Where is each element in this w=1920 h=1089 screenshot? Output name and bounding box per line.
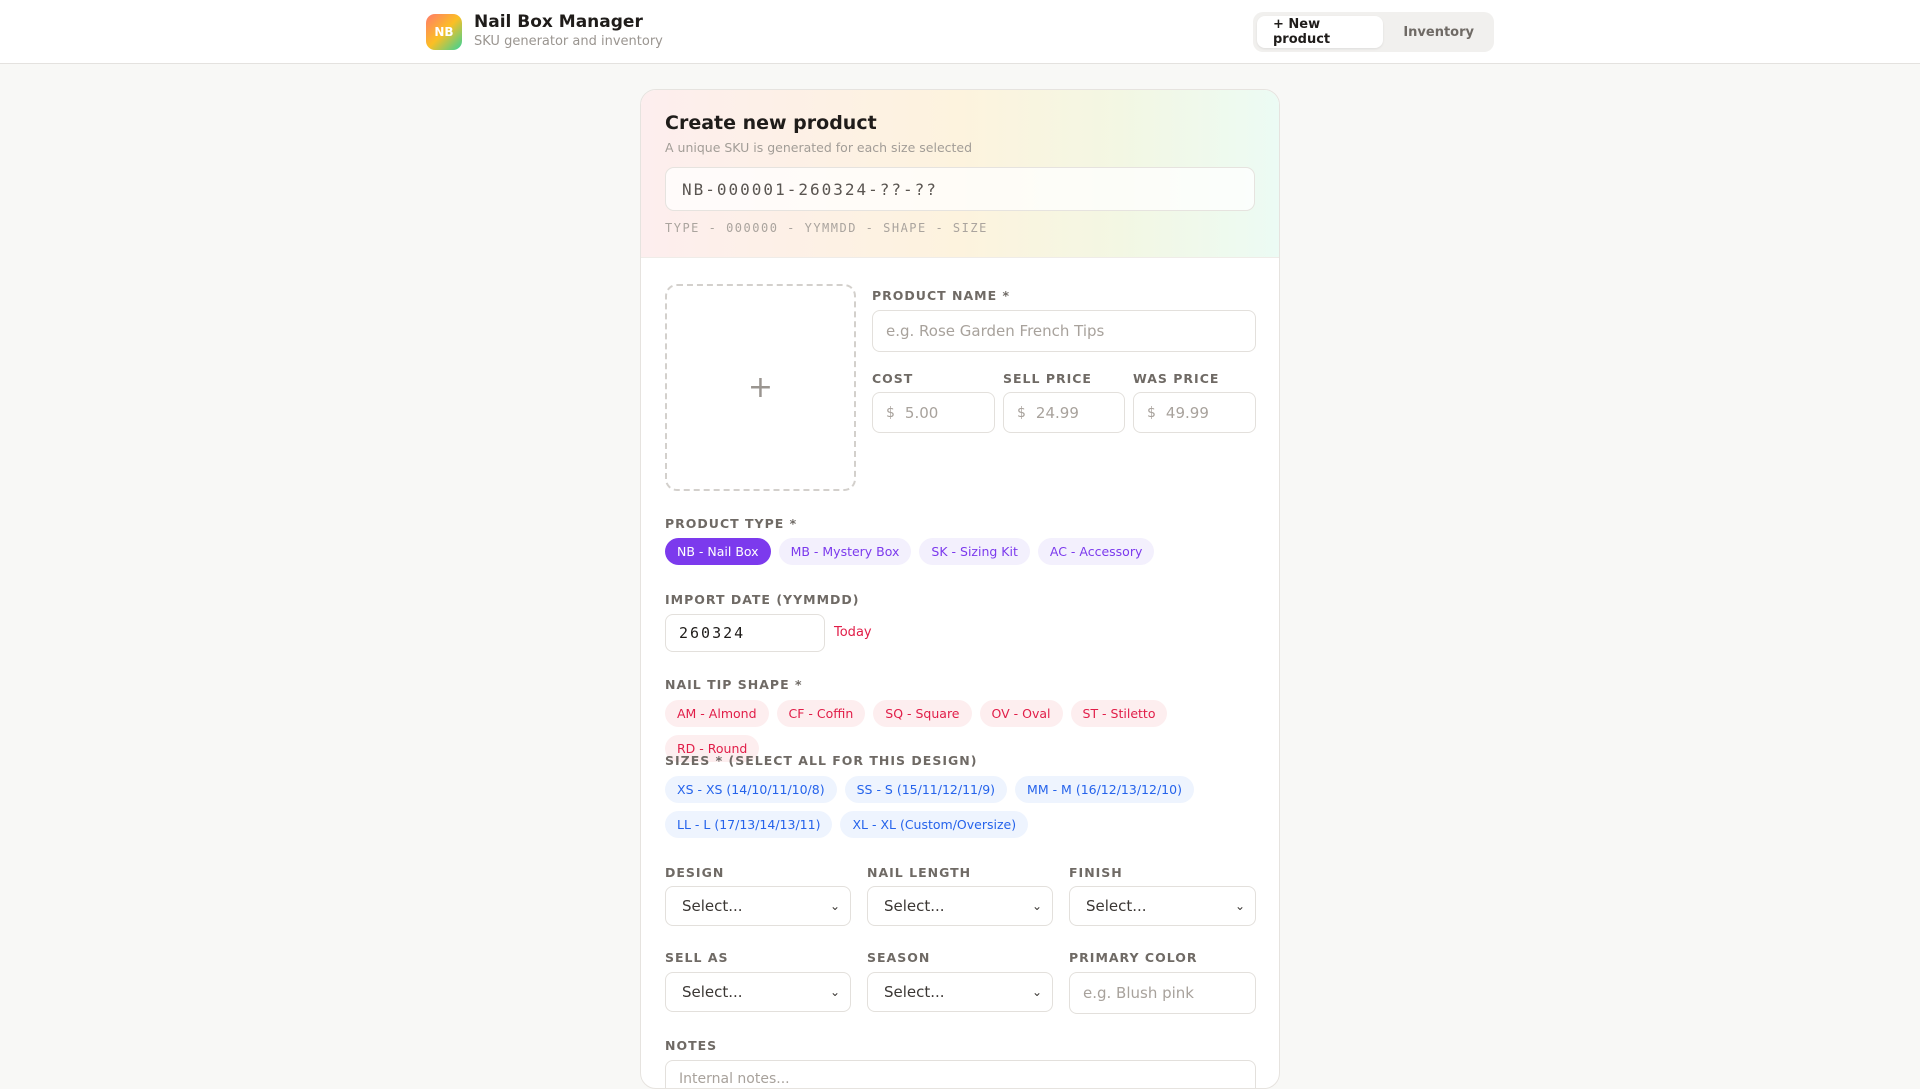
sizes-label: SIZES * (SELECT ALL FOR THIS DESIGN) — [665, 753, 978, 768]
import-date-label: IMPORT DATE (YYMMDD) — [665, 592, 860, 607]
sell-price-input[interactable]: $24.99 — [1003, 392, 1125, 433]
sku-preview-section: Create new product A unique SKU is gener… — [641, 90, 1279, 258]
shape-coffin[interactable]: CF - Coffin — [776, 700, 866, 727]
finish-select[interactable]: Select... ⌄ — [1069, 886, 1256, 926]
nail-tip-shape-label: NAIL TIP SHAPE * — [665, 677, 803, 692]
currency-symbol: $ — [1017, 404, 1026, 421]
sell-as-value: Select... — [682, 983, 743, 1001]
chevron-down-icon: ⌄ — [829, 899, 840, 913]
was-price-input[interactable]: $49.99 — [1133, 392, 1256, 433]
finish-value: Select... — [1086, 897, 1147, 915]
cost-input[interactable]: $5.00 — [872, 392, 995, 433]
size-options: XS - XS (14/10/11/10/8) SS - S (15/11/12… — [665, 776, 1205, 838]
season-label: SEASON — [867, 950, 931, 965]
chevron-down-icon: ⌄ — [1031, 899, 1042, 913]
nail-length-value: Select... — [884, 897, 945, 915]
shape-square[interactable]: SQ - Square — [873, 700, 972, 727]
shape-almond[interactable]: AM - Almond — [665, 700, 769, 727]
season-select[interactable]: Select... ⌄ — [867, 972, 1053, 1012]
nav-tabs: + New product Inventory — [1253, 12, 1494, 52]
finish-label: FINISH — [1069, 865, 1123, 880]
app-header: NB Nail Box Manager SKU generator and in… — [0, 0, 1920, 64]
image-upload-dropzone[interactable]: + — [665, 284, 856, 491]
notes-textarea[interactable]: Internal notes... — [665, 1060, 1256, 1088]
product-name-label: PRODUCT NAME * — [872, 288, 1010, 303]
notes-placeholder: Internal notes... — [679, 1071, 790, 1087]
chevron-down-icon: ⌄ — [829, 985, 840, 999]
primary-color-input[interactable]: e.g. Blush pink — [1069, 972, 1256, 1014]
season-value: Select... — [884, 983, 945, 1001]
shape-stiletto[interactable]: ST - Stiletto — [1070, 700, 1168, 727]
product-type-label: PRODUCT TYPE * — [665, 516, 798, 531]
page-subtitle: A unique SKU is generated for each size … — [665, 140, 973, 155]
cost-label: COST — [872, 371, 914, 386]
product-name-input[interactable]: e.g. Rose Garden French Tips — [872, 310, 1256, 352]
tab-inventory[interactable]: Inventory — [1387, 16, 1490, 48]
app-subtitle: SKU generator and inventory — [474, 34, 663, 49]
size-l[interactable]: LL - L (17/13/14/13/11) — [665, 811, 833, 838]
chevron-down-icon: ⌄ — [1234, 899, 1245, 913]
tab-new-product[interactable]: + New product — [1257, 16, 1384, 48]
size-s[interactable]: SS - S (15/11/12/11/9) — [844, 776, 1008, 803]
app-title: Nail Box Manager — [474, 12, 643, 32]
sell-as-select[interactable]: Select... ⌄ — [665, 972, 851, 1012]
primary-color-placeholder: e.g. Blush pink — [1083, 984, 1194, 1002]
product-name-placeholder: e.g. Rose Garden French Tips — [886, 322, 1105, 340]
cost-placeholder: 5.00 — [904, 403, 939, 422]
product-type-options: NB - Nail Box MB - Mystery Box SK - Sizi… — [665, 538, 1265, 565]
sku-format-hint: TYPE - 000000 - YYMMDD - SHAPE - SIZE — [665, 221, 988, 235]
was-price-placeholder: 49.99 — [1165, 403, 1209, 422]
chevron-down-icon: ⌄ — [1031, 985, 1042, 999]
was-price-label: WAS PRICE — [1133, 371, 1220, 386]
product-type-nb[interactable]: NB - Nail Box — [665, 538, 771, 565]
shape-oval[interactable]: OV - Oval — [979, 700, 1063, 727]
sell-price-label: SELL PRICE — [1003, 371, 1092, 386]
currency-symbol: $ — [1147, 404, 1156, 421]
import-date-input[interactable]: 260324 — [665, 614, 825, 652]
size-xs[interactable]: XS - XS (14/10/11/10/8) — [665, 776, 837, 803]
sell-price-placeholder: 24.99 — [1035, 403, 1079, 422]
product-type-sk[interactable]: SK - Sizing Kit — [919, 538, 1030, 565]
sku-preview: NB-000001-260324-??-?? — [665, 167, 1255, 211]
design-value: Select... — [682, 897, 743, 915]
currency-symbol: $ — [886, 404, 895, 421]
nail-length-select[interactable]: Select... ⌄ — [867, 886, 1053, 926]
product-type-mb[interactable]: MB - Mystery Box — [778, 538, 912, 565]
design-label: DESIGN — [665, 865, 725, 880]
plus-icon: + — [747, 370, 774, 405]
page-title: Create new product — [665, 112, 877, 134]
design-select[interactable]: Select... ⌄ — [665, 886, 851, 926]
notes-label: NOTES — [665, 1038, 718, 1053]
primary-color-label: PRIMARY COLOR — [1069, 950, 1198, 965]
size-m[interactable]: MM - M (16/12/13/12/10) — [1015, 776, 1194, 803]
nail-length-label: NAIL LENGTH — [867, 865, 972, 880]
sell-as-label: SELL AS — [665, 950, 729, 965]
product-type-ac[interactable]: AC - Accessory — [1037, 538, 1155, 565]
app-logo: NB — [426, 14, 462, 50]
size-xl[interactable]: XL - XL (Custom/Oversize) — [840, 811, 1029, 838]
create-product-card: Create new product A unique SKU is gener… — [640, 89, 1280, 1089]
today-link[interactable]: Today — [834, 625, 872, 640]
